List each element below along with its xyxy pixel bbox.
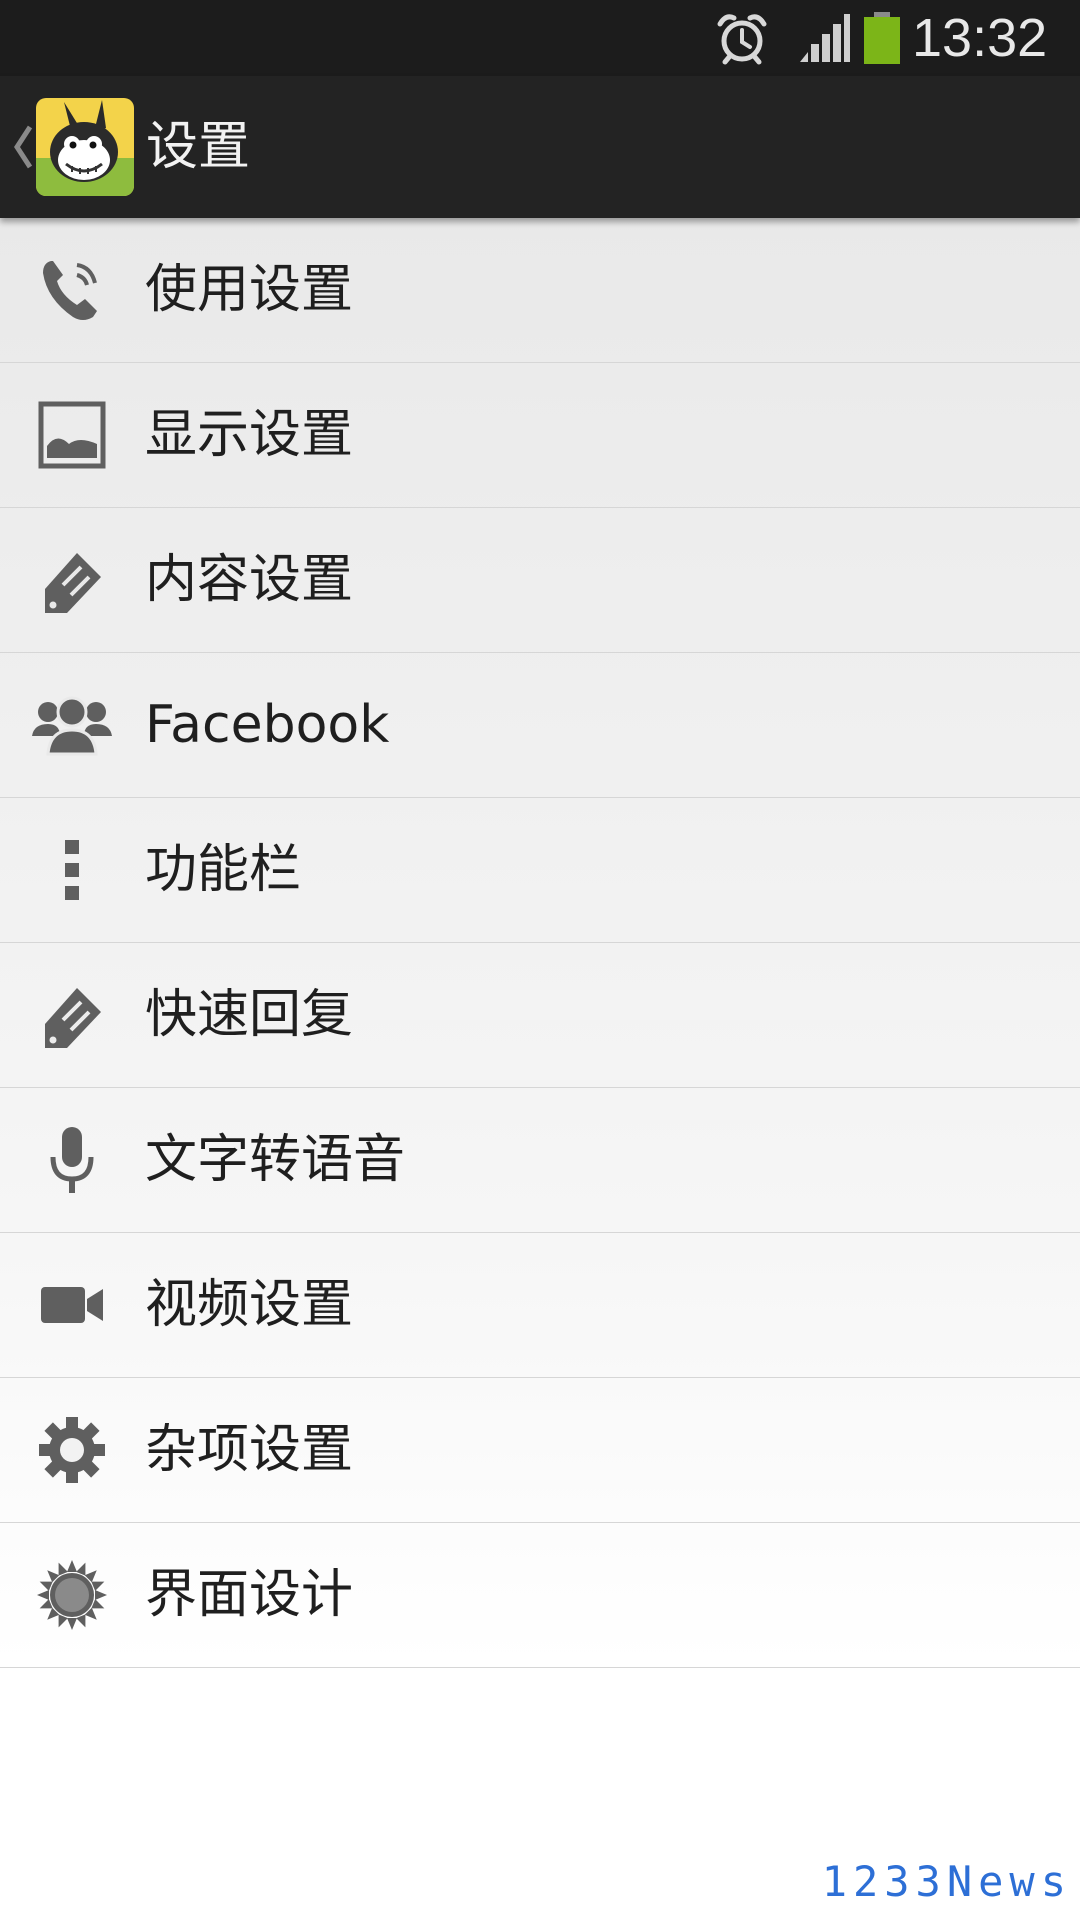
menu-item-facebook[interactable]: Facebook [0,653,1080,798]
menu-item-label: 显示设置 [145,405,354,465]
menu-item-label: Facebook [145,695,390,755]
menu-item-video-settings[interactable]: 视频设置 [0,1233,1080,1378]
signal-icon [800,14,850,62]
status-bar: 13:32 [0,0,1080,76]
menu-item-function-bar[interactable]: 功能栏 [0,798,1080,943]
menu-item-label: 杂项设置 [145,1420,354,1480]
settings-list: 使用设置 显示设置 内容设置 Facebook 功能栏 快速回复 文字转语音 视… [0,218,1080,1668]
tag-icon [22,538,122,622]
app-logo-icon[interactable] [36,98,134,196]
page-title: 设置 [146,117,251,177]
more-vertical-icon [22,828,122,912]
chevron-left-icon[interactable] [12,124,34,170]
menu-item-label: 文字转语音 [145,1130,406,1190]
image-icon [22,393,122,477]
menu-item-text-to-speech[interactable]: 文字转语音 [0,1088,1080,1233]
video-camera-icon [22,1263,122,1347]
menu-item-label: 功能栏 [145,840,302,900]
menu-item-label: 视频设置 [145,1275,354,1335]
phone-icon [22,248,122,332]
menu-item-display-settings[interactable]: 显示设置 [0,363,1080,508]
action-bar: 设置 [0,76,1080,218]
menu-item-quick-reply[interactable]: 快速回复 [0,943,1080,1088]
menu-item-label: 内容设置 [145,550,354,610]
watermark: 1233News [821,1857,1072,1906]
menu-item-ui-design[interactable]: 界面设计 [0,1523,1080,1668]
sun-icon [22,1553,122,1637]
menu-item-content-settings[interactable]: 内容设置 [0,508,1080,653]
menu-item-label: 快速回复 [145,985,354,1045]
alarm-icon [717,14,767,65]
battery-icon [864,12,900,64]
microphone-icon [22,1118,122,1202]
group-icon [22,683,122,767]
menu-item-usage-settings[interactable]: 使用设置 [0,218,1080,363]
menu-item-label: 界面设计 [145,1565,354,1625]
status-time: 13:32 [912,8,1048,68]
tag-icon [22,973,122,1057]
gear-icon [22,1408,122,1492]
menu-item-label: 使用设置 [145,260,354,320]
menu-item-misc-settings[interactable]: 杂项设置 [0,1378,1080,1523]
